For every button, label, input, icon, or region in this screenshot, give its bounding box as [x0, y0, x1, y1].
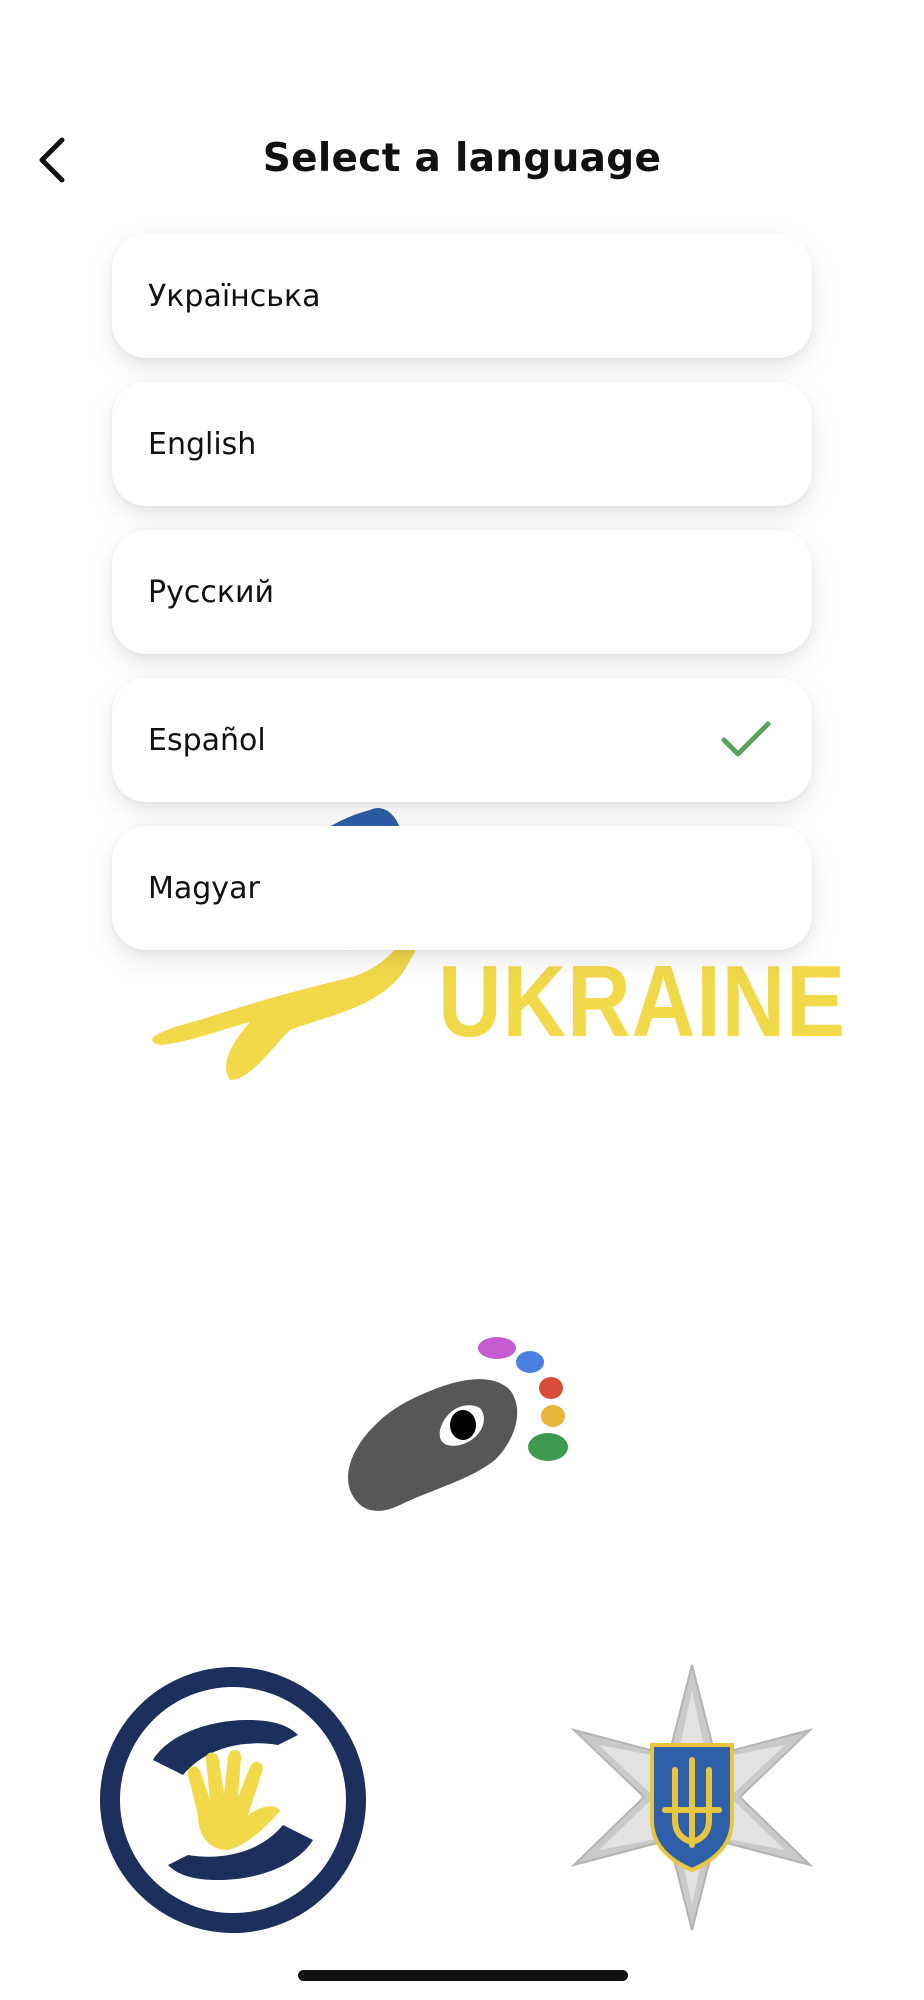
language-option-spanish[interactable]: Español [112, 678, 812, 802]
language-label: Español [148, 722, 266, 758]
child-protection-logo [98, 1665, 368, 1935]
page-title: Select a language [262, 136, 662, 181]
language-label: Magyar [148, 870, 260, 906]
language-option-russian[interactable]: Русский [112, 530, 812, 654]
language-option-ukrainian[interactable]: Українська [112, 234, 812, 358]
language-list: Українська English Русский Español Magya… [112, 234, 812, 974]
language-option-hungarian[interactable]: Magyar [112, 826, 812, 950]
language-label: English [148, 426, 257, 462]
home-indicator[interactable] [298, 1970, 628, 1981]
language-option-english[interactable]: English [112, 382, 812, 506]
header: Select a language [0, 0, 924, 230]
checkmark-icon [721, 721, 771, 757]
language-label: Українська [148, 278, 321, 314]
footprint-logo [340, 1330, 590, 1520]
language-label: Русский [148, 574, 274, 610]
national-police-logo [555, 1660, 830, 1935]
